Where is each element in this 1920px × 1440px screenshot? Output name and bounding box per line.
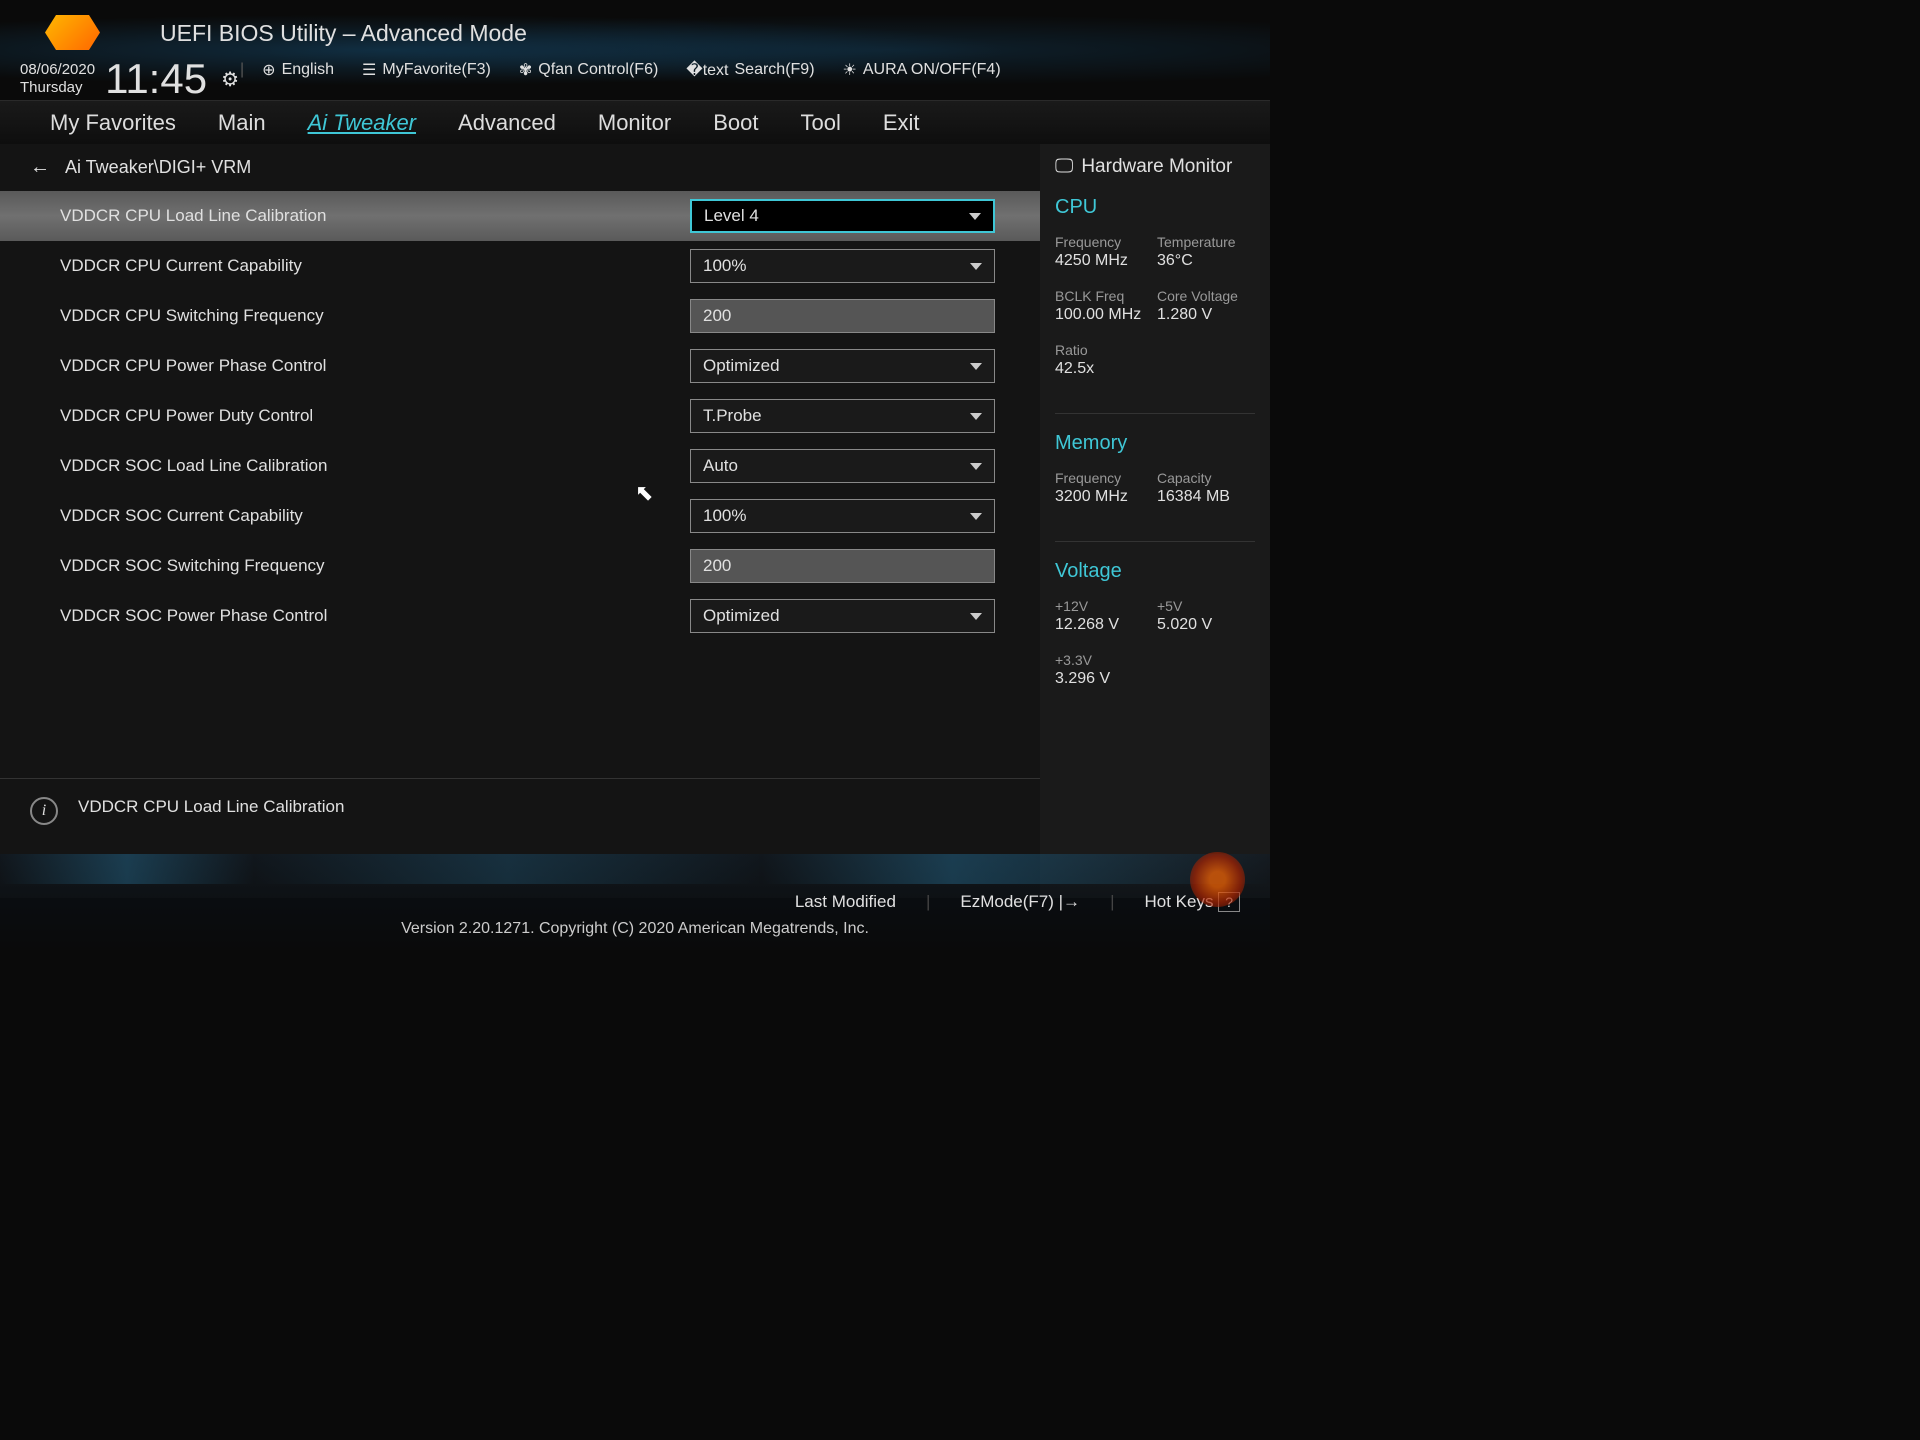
setting-row[interactable]: VDDCR SOC Current Capability 100% <box>0 491 1040 541</box>
setting-row[interactable]: VDDCR SOC Switching Frequency 200 <box>0 541 1040 591</box>
tab-monitor[interactable]: Monitor <box>598 110 671 136</box>
voltage-12v: 12.268 V <box>1055 616 1153 634</box>
content-panel: ← Ai Tweaker\DIGI+ VRM VDDCR CPU Load Li… <box>0 144 1040 898</box>
sidebar-title: 🖵 Hardware Monitor <box>1055 156 1255 178</box>
ezmode-button[interactable]: EzMode(F7) |→ <box>960 892 1080 912</box>
myfavorite-button[interactable]: ☰ MyFavorite(F3) <box>362 60 491 80</box>
tab-boot[interactable]: Boot <box>713 110 758 136</box>
setting-value: 100% <box>703 506 746 526</box>
setting-value: Optimized <box>703 606 780 626</box>
setting-row[interactable]: VDDCR CPU Load Line Calibration Level 4 <box>0 191 1040 241</box>
setting-label: VDDCR CPU Power Phase Control <box>60 356 690 376</box>
setting-select[interactable]: Optimized <box>690 599 995 633</box>
setting-row[interactable]: VDDCR CPU Switching Frequency 200 <box>0 291 1040 341</box>
setting-select[interactable]: Optimized <box>690 349 995 383</box>
footer: Last Modified | EzMode(F7) |→ | Hot Keys… <box>0 854 1270 952</box>
search-icon: �text <box>686 60 728 80</box>
setting-value: Auto <box>703 456 738 476</box>
gear-icon[interactable]: ⚙ <box>221 67 239 92</box>
chevron-down-icon <box>970 463 982 470</box>
decorative-swirl <box>1190 852 1245 907</box>
breadcrumb-text: Ai Tweaker\DIGI+ VRM <box>65 157 251 178</box>
cpu-heading: CPU <box>1055 196 1255 219</box>
time: 11:45 <box>105 55 207 103</box>
chevron-down-icon <box>969 213 981 220</box>
date: 08/06/2020 <box>20 61 95 79</box>
language-button[interactable]: ⊕ English <box>262 60 334 80</box>
mem-frequency: 3200 MHz <box>1055 488 1153 506</box>
datetime: 08/06/2020 Thursday 11:45 ⚙ <box>20 55 239 103</box>
setting-label: VDDCR CPU Power Duty Control <box>60 406 690 426</box>
cpu-frequency: 4250 MHz <box>1055 252 1153 270</box>
qfan-button[interactable]: ✾ Qfan Control(F6) <box>519 60 658 80</box>
setting-row[interactable]: VDDCR CPU Power Phase Control Optimized <box>0 341 1040 391</box>
tab-exit[interactable]: Exit <box>883 110 920 136</box>
chevron-down-icon <box>970 413 982 420</box>
memory-heading: Memory <box>1055 432 1255 455</box>
cpu-temp: 36°C <box>1157 252 1255 270</box>
tab-tool[interactable]: Tool <box>801 110 841 136</box>
cpu-core-voltage: 1.280 V <box>1157 306 1255 324</box>
bios-title: UEFI BIOS Utility – Advanced Mode <box>160 20 527 47</box>
day: Thursday <box>20 79 95 97</box>
list-icon: ☰ <box>362 60 376 80</box>
header: UEFI BIOS Utility – Advanced Mode 08/06/… <box>0 0 1270 100</box>
back-arrow-icon[interactable]: ← <box>30 156 50 179</box>
setting-select[interactable]: Level 4 <box>690 199 995 233</box>
tab-favorites[interactable]: My Favorites <box>50 110 176 136</box>
monitor-icon: 🖵 <box>1055 156 1073 178</box>
main-nav: My Favorites Main Ai Tweaker Advanced Mo… <box>0 100 1270 144</box>
chevron-down-icon <box>970 363 982 370</box>
cpu-bclk: 100.00 MHz <box>1055 306 1153 324</box>
mem-capacity: 16384 MB <box>1157 488 1255 506</box>
setting-row[interactable]: VDDCR CPU Power Duty Control T.Probe <box>0 391 1040 441</box>
chevron-down-icon <box>970 513 982 520</box>
setting-label: VDDCR CPU Switching Frequency <box>60 306 690 326</box>
setting-value: 200 <box>703 556 731 576</box>
info-icon: i <box>30 797 58 825</box>
aura-icon: ☀ <box>843 60 857 80</box>
voltage-heading: Voltage <box>1055 560 1255 583</box>
setting-label: VDDCR CPU Current Capability <box>60 256 690 276</box>
setting-value: T.Probe <box>703 406 762 426</box>
tab-ai-tweaker[interactable]: Ai Tweaker <box>308 110 416 136</box>
chevron-down-icon <box>970 263 982 270</box>
setting-select[interactable]: T.Probe <box>690 399 995 433</box>
setting-label: VDDCR SOC Switching Frequency <box>60 556 690 576</box>
setting-row[interactable]: VDDCR SOC Power Phase Control Optimized <box>0 591 1040 641</box>
chevron-down-icon <box>970 613 982 620</box>
setting-label: VDDCR SOC Power Phase Control <box>60 606 690 626</box>
breadcrumb: ← Ai Tweaker\DIGI+ VRM <box>0 144 1040 191</box>
setting-label: VDDCR CPU Load Line Calibration <box>60 206 690 226</box>
setting-value: 100% <box>703 256 746 276</box>
setting-select[interactable]: Auto <box>690 449 995 483</box>
setting-row[interactable]: VDDCR CPU Current Capability 100% <box>0 241 1040 291</box>
setting-value: 200 <box>703 306 731 326</box>
hardware-monitor-panel: 🖵 Hardware Monitor CPU Frequency4250 MHz… <box>1040 144 1270 898</box>
last-modified-button[interactable]: Last Modified <box>795 892 896 912</box>
aura-button[interactable]: ☀ AURA ON/OFF(F4) <box>843 60 1001 80</box>
version-text: Version 2.20.1271. Copyright (C) 2020 Am… <box>0 920 1270 938</box>
setting-select[interactable]: 100% <box>690 499 995 533</box>
setting-label: VDDCR SOC Current Capability <box>60 506 690 526</box>
setting-value: Level 4 <box>704 206 759 226</box>
tuf-logo <box>45 15 100 50</box>
help-text: VDDCR CPU Load Line Calibration <box>78 797 344 817</box>
tab-advanced[interactable]: Advanced <box>458 110 556 136</box>
voltage-5v: 5.020 V <box>1157 616 1255 634</box>
setting-input[interactable]: 200 <box>690 549 995 583</box>
setting-label: VDDCR SOC Load Line Calibration <box>60 456 690 476</box>
setting-value: Optimized <box>703 356 780 376</box>
voltage-3v3: 3.296 V <box>1055 670 1155 688</box>
setting-select[interactable]: 100% <box>690 249 995 283</box>
fan-icon: ✾ <box>519 60 532 80</box>
cpu-ratio: 42.5x <box>1055 360 1155 378</box>
setting-input[interactable]: 200 <box>690 299 995 333</box>
tab-main[interactable]: Main <box>218 110 266 136</box>
globe-icon: ⊕ <box>262 60 275 80</box>
search-button[interactable]: �text Search(F9) <box>686 60 814 80</box>
setting-row[interactable]: VDDCR SOC Load Line Calibration Auto <box>0 441 1040 491</box>
